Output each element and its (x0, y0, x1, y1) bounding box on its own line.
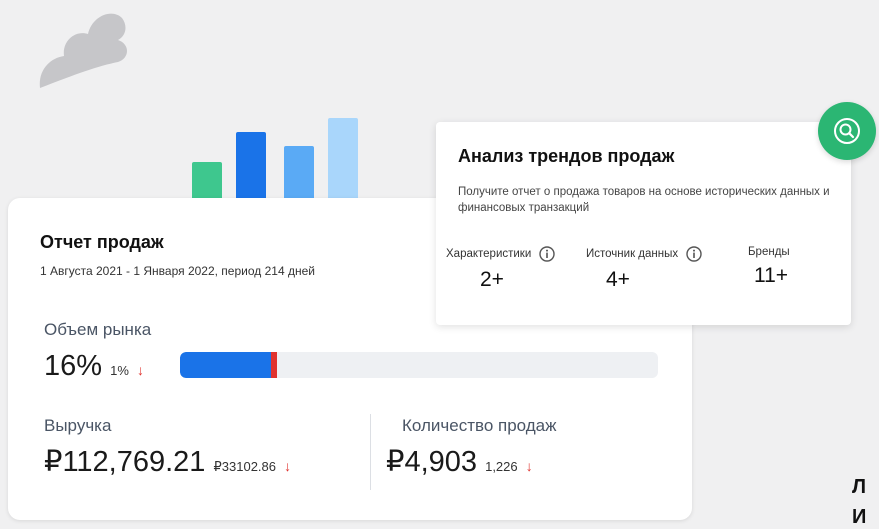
bar-pale-blue (328, 118, 358, 210)
info-icon[interactable] (686, 246, 702, 262)
search-icon (834, 118, 860, 144)
market-volume-change-marker (270, 352, 277, 378)
stat-data-source-value: 4+ (606, 268, 630, 291)
stat-characteristics: Характеристики 2+ (446, 246, 555, 292)
down-arrow-icon: ↓ (136, 362, 144, 378)
stat-data-source: Источник данных 4+ (586, 246, 702, 292)
search-button[interactable] (818, 102, 876, 160)
down-arrow-icon: ↓ (284, 458, 292, 474)
market-volume-value: 16% 1% ↓ (44, 350, 144, 383)
revenue-value: ₽112,769.21 ₽33102.86 ↓ (44, 444, 291, 479)
info-icon[interactable] (539, 246, 555, 262)
revenue-number: ₽112,769.21 (44, 446, 206, 478)
trend-analysis-card[interactable]: Анализ трендов продаж Получите отчет о п… (436, 122, 851, 325)
market-volume-change: 1% (110, 363, 129, 378)
stat-characteristics-value: 2+ (480, 268, 504, 291)
stat-brands-label: Бренды (748, 246, 790, 258)
edge-text-2: И (852, 506, 867, 528)
stat-brands: Бренды 11+ (748, 246, 790, 288)
revenue-change: ₽33102.86 (213, 459, 277, 474)
sales-count-label: Количество продаж (402, 416, 557, 435)
stat-characteristics-label: Характеристики (446, 248, 532, 260)
edge-text-1: Л (852, 476, 867, 498)
market-volume-progress-fill (180, 352, 271, 378)
market-volume-progress (180, 352, 658, 378)
trend-title: Анализ трендов продаж (458, 146, 675, 166)
metrics-divider (370, 414, 371, 490)
sales-count-number: ₽4,903 (386, 446, 478, 478)
trend-description: Получите отчет о продажа товаров на осно… (458, 186, 830, 214)
bar-chart-illustration (190, 100, 370, 210)
sales-count-change: 1,226 (485, 459, 518, 474)
cloud-icon (39, 13, 127, 88)
down-arrow-icon: ↓ (525, 458, 533, 474)
stat-brands-value: 11+ (754, 264, 789, 287)
revenue-label: Выручка (44, 416, 112, 435)
report-period: 1 Августа 2021 - 1 Января 2022, период 2… (40, 264, 315, 278)
report-title: Отчет продаж (40, 232, 164, 252)
market-volume-number: 16% (44, 350, 103, 382)
sales-count-value: ₽4,903 1,226 ↓ (386, 444, 533, 479)
stat-data-source-label: Источник данных (586, 248, 679, 260)
market-volume-label: Объем рынка (44, 320, 152, 339)
